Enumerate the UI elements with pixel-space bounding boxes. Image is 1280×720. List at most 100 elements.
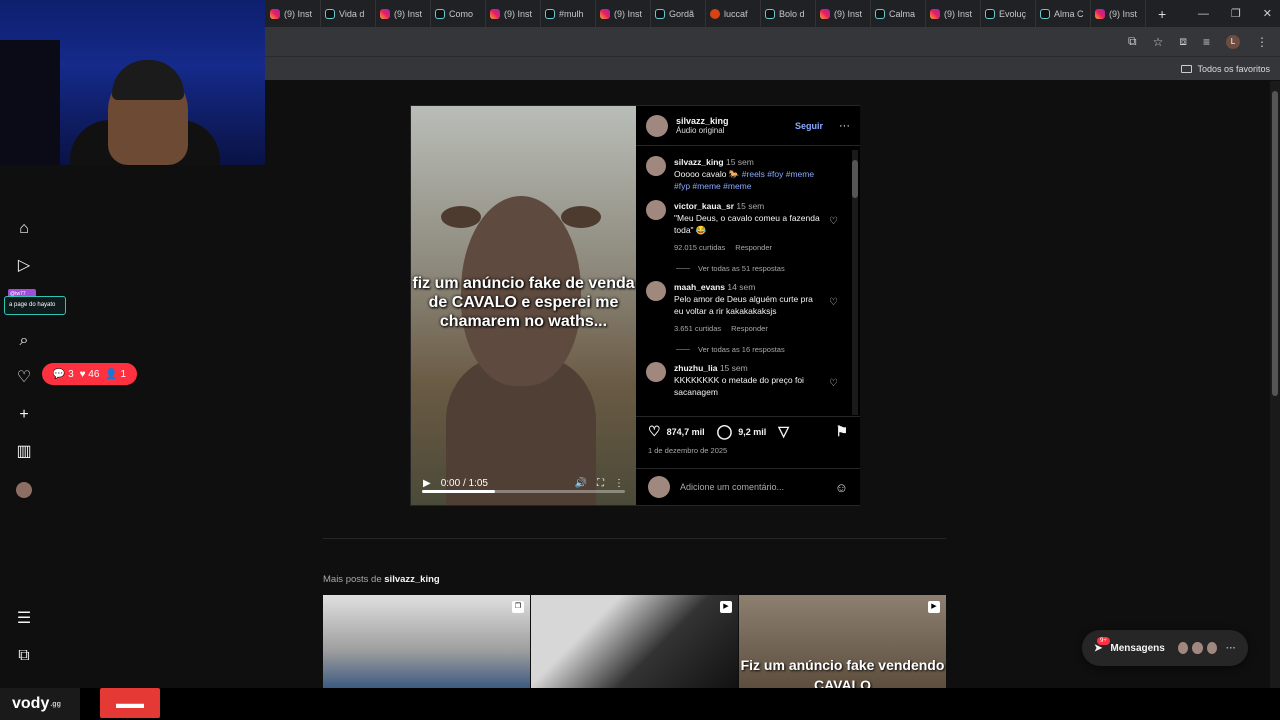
browser-tab[interactable]: (9) Inst — [816, 0, 871, 27]
profile-avatar[interactable]: L — [1226, 34, 1240, 49]
browser-tab[interactable]: Bolo d — [761, 0, 816, 27]
menu-icon[interactable]: ☰ — [15, 610, 33, 628]
message-avatar — [1191, 641, 1204, 655]
comment-author[interactable]: maah_evans — [674, 282, 725, 292]
comment-like-icon[interactable]: ♡ — [829, 378, 838, 389]
caption-text: Ooooo cavalo 🐎 — [674, 169, 740, 179]
comment-like-icon[interactable]: ♡ — [829, 297, 838, 308]
fullscreen-icon[interactable]: ⛶ — [597, 478, 604, 489]
notification-badge[interactable]: 💬 3 ♥ 46 👤 1 — [42, 363, 137, 385]
save-icon[interactable]: ⚑ — [835, 423, 848, 440]
browser-tab[interactable]: (9) Inst — [926, 0, 981, 27]
emoji-icon[interactable]: ☺ — [835, 480, 848, 495]
post-thumbnail[interactable]: ▶ Fiz um anúncio fake vendendo CAVALO — [739, 595, 946, 688]
video-progress-bar[interactable] — [422, 490, 625, 493]
restore-icon[interactable]: ❐ — [1231, 7, 1241, 20]
follow-button[interactable]: Seguir — [795, 121, 823, 131]
current-user-avatar — [648, 476, 670, 498]
notifications-heart-icon[interactable]: ♡ — [15, 369, 33, 387]
search-icon[interactable]: ⌕ — [15, 332, 33, 350]
add-comment-input[interactable]: Adicione um comentário... — [680, 482, 784, 492]
new-tab-button[interactable]: + — [1158, 6, 1166, 22]
video-more-icon[interactable]: ⋮ — [614, 478, 624, 489]
minimize-icon[interactable]: — — [1198, 8, 1209, 20]
browser-tab[interactable]: luccaf — [706, 0, 761, 27]
like-count[interactable]: 874,7 mil — [667, 427, 705, 437]
dashboard-icon[interactable]: ▥ — [15, 443, 33, 461]
create-icon[interactable]: + — [15, 406, 33, 424]
browser-tab[interactable]: Gordã — [651, 0, 706, 27]
comments-list: silvazz_king 15 sem Ooooo cavalo 🐎 #reel… — [636, 148, 850, 415]
comment-icon[interactable]: ◯ — [717, 423, 733, 440]
view-replies[interactable]: Ver todas as 51 respostas — [676, 264, 840, 273]
messages-button[interactable]: ➤ Mensagens ··· — [1082, 630, 1248, 666]
home-icon[interactable]: ⌂ — [15, 220, 33, 238]
comment-likes[interactable]: 92.015 curtidas — [674, 242, 725, 254]
browser-tab[interactable]: #mulh — [541, 0, 596, 27]
install-app-icon[interactable]: ⧉ — [1128, 34, 1137, 49]
browser-tab[interactable]: (9) Inst — [596, 0, 651, 27]
browser-tab[interactable]: Calma — [871, 0, 926, 27]
media-control-icon[interactable]: ≡ — [1203, 35, 1210, 49]
also-from-meta-icon[interactable]: ⧉ — [15, 647, 33, 665]
comment-avatar[interactable] — [646, 281, 666, 301]
audio-label[interactable]: Áudio original — [676, 126, 729, 135]
browser-tab[interactable]: (9) Inst — [376, 0, 431, 27]
comment-avatar[interactable] — [646, 362, 666, 382]
video-progress-fill — [422, 490, 496, 493]
comment-item: zhuzhu_lia 15 sem KKKKKKKK o metade do p… — [646, 362, 840, 398]
tab-label: luccaf — [724, 8, 748, 19]
browser-tab[interactable]: Como — [431, 0, 486, 27]
reply-button[interactable]: Responder — [731, 323, 768, 335]
thumbnail-text: Fiz um anúncio fake vendendo CAVALO — [740, 657, 945, 688]
play-icon[interactable]: ▶ — [423, 478, 431, 489]
reels-icon[interactable]: ▷ — [15, 257, 33, 275]
close-icon[interactable]: ✕ — [1263, 7, 1272, 20]
add-comment-bar: Adicione um comentário... ☺ — [636, 468, 860, 505]
vody-logo-icon: ▬▬ — [100, 688, 160, 718]
carousel-icon: ❐ — [512, 601, 524, 613]
like-icon[interactable]: ♡ — [648, 423, 661, 440]
bookmark-star-icon[interactable]: ☆ — [1153, 35, 1164, 49]
reply-button[interactable]: Responder — [735, 242, 772, 254]
comment-avatar[interactable] — [646, 200, 666, 220]
reel-icon: ▶ — [928, 601, 940, 613]
more-options-icon[interactable]: ··· — [839, 120, 850, 132]
video-goat-ear-right — [561, 206, 601, 228]
post-sidebar: silvazz_king Áudio original Seguir ··· s… — [636, 106, 860, 505]
author-username[interactable]: silvazz_king — [676, 116, 729, 126]
tab-label: (9) Inst — [284, 8, 313, 19]
stream-bottom-bar — [0, 688, 1280, 720]
browser-tab[interactable]: Alma C — [1036, 0, 1091, 27]
comment-likes[interactable]: 3.651 curtidas — [674, 323, 721, 335]
browser-tab[interactable]: (9) Inst — [486, 0, 541, 27]
browser-tab[interactable]: (9) Inst — [1091, 0, 1146, 27]
browser-menu-icon[interactable]: ⋮ — [1256, 35, 1268, 49]
caption-avatar[interactable] — [646, 156, 666, 176]
post-thumbnail[interactable]: ❐ — [323, 595, 530, 688]
browser-tab[interactable]: Evoluç — [981, 0, 1036, 27]
share-icon[interactable]: ▽ — [778, 423, 789, 440]
browser-tab[interactable]: (9) Inst — [266, 0, 321, 27]
comment-author[interactable]: zhuzhu_lia — [674, 363, 717, 373]
view-replies[interactable]: Ver todas as 16 respostas — [676, 345, 840, 354]
message-avatar — [1205, 641, 1218, 655]
all-bookmarks-link[interactable]: Todos os favoritos — [1197, 64, 1270, 74]
comment-author[interactable]: victor_kaua_sr — [674, 201, 734, 211]
post-thumbnail[interactable]: ▶ — [531, 595, 738, 688]
comments-scrollbar[interactable] — [852, 150, 858, 415]
profile-avatar-nav[interactable] — [16, 482, 32, 498]
caption-author[interactable]: silvazz_king — [674, 157, 724, 167]
author-avatar[interactable] — [646, 114, 668, 137]
comment-like-icon[interactable]: ♡ — [829, 216, 838, 227]
webcam-chair — [0, 40, 60, 165]
instagram-icon — [490, 8, 500, 19]
more-posts-author[interactable]: silvazz_king — [384, 574, 439, 585]
volume-icon[interactable]: 🔊 — [575, 478, 587, 489]
comment-count[interactable]: 9,2 mil — [738, 427, 766, 437]
instagram-icon — [930, 8, 940, 19]
extensions-icon[interactable]: ⧈ — [1179, 34, 1187, 49]
page-scrollbar[interactable] — [1270, 81, 1280, 691]
reel-video[interactable]: fiz um anúncio fake de venda de CAVALO e… — [411, 106, 636, 505]
browser-tab[interactable]: Vida d — [321, 0, 376, 27]
